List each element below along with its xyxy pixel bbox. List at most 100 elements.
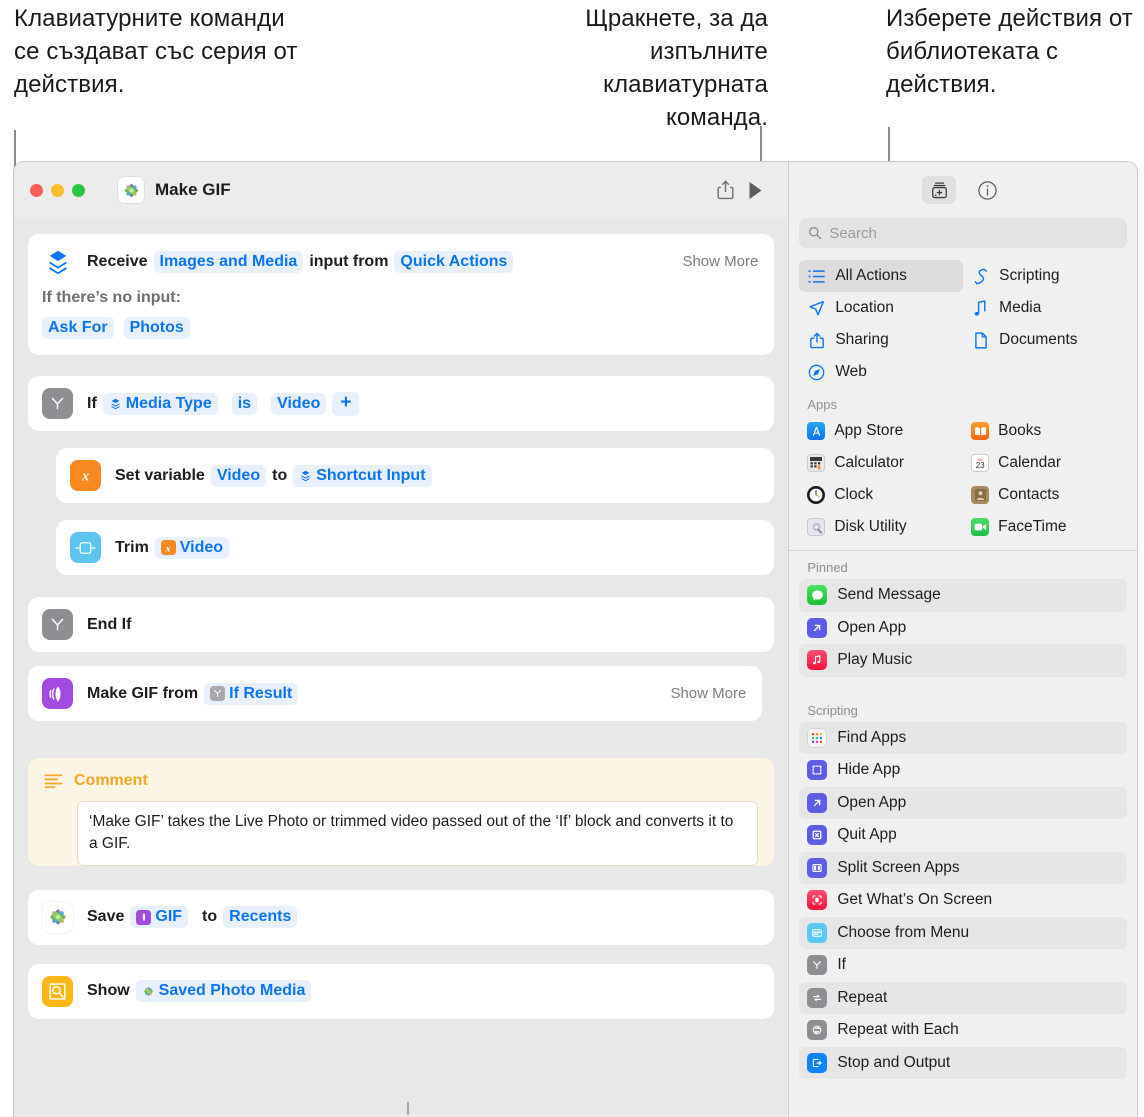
condition-token[interactable]: is	[231, 392, 258, 415]
info-icon[interactable]	[970, 176, 1004, 204]
category-all-actions[interactable]: All Actions	[799, 260, 964, 292]
share-button[interactable]	[710, 175, 740, 205]
app-calculator[interactable]: Calculator	[799, 447, 963, 479]
action-card-comment[interactable]: Comment ‘Make GIF’ takes the Live Photo …	[28, 758, 775, 866]
action-card-receive[interactable]: Receive Images and Media input from Quic…	[28, 234, 775, 355]
library-item-split-screen-apps[interactable]: Split Screen Apps	[799, 851, 1127, 884]
action-card-save[interactable]: Save GIF to Recents	[28, 889, 775, 945]
close-button[interactable]	[30, 183, 43, 197]
callout-left-text: Клавиатурните команди се създават със се…	[14, 5, 298, 99]
library-item-stop-and-output[interactable]: Stop and Output	[799, 1046, 1127, 1079]
category-label: Sharing	[835, 331, 889, 348]
category-location[interactable]: Location	[799, 292, 963, 324]
library-item-open-app-pinned[interactable]: Open App	[799, 612, 1127, 645]
library-item-label: Choose from Menu	[837, 923, 970, 941]
app-contacts[interactable]: Contacts	[963, 479, 1127, 511]
category-scripting[interactable]: Scripting	[963, 260, 1127, 292]
media-type-token[interactable]: Media Type	[102, 392, 218, 415]
books-icon	[971, 422, 990, 440]
category-documents[interactable]: Documents	[963, 324, 1127, 356]
split-screen-icon	[807, 857, 828, 878]
action-card-make-gif[interactable]: Make GIF from If Result Show More	[28, 666, 763, 721]
action-library-pane: Search All Actions Scripting Location Me…	[789, 162, 1137, 1117]
contacts-icon	[971, 486, 990, 504]
minimize-button[interactable]	[51, 183, 64, 197]
library-item-label: Open App	[837, 793, 907, 811]
app-app-store[interactable]: App Store	[799, 415, 963, 447]
apps-group-header: Apps	[807, 397, 837, 412]
variable-name-token[interactable]: Video	[210, 464, 267, 487]
action-label: Make GIF from	[87, 684, 199, 702]
action-library-icon[interactable]	[922, 176, 957, 204]
library-item-quit-app[interactable]: Quit App	[799, 819, 1127, 852]
comment-textarea[interactable]: ‘Make GIF’ takes the Live Photo or trimm…	[77, 801, 759, 866]
app-label: Calendar	[998, 454, 1062, 471]
album-token[interactable]: Recents	[223, 906, 298, 929]
disk-utility-icon	[807, 518, 826, 536]
library-item-label: Get What’s On Screen	[837, 891, 993, 909]
app-calendar[interactable]: JUL 23 Calendar	[963, 447, 1127, 479]
if-icon	[42, 388, 73, 419]
library-item-open-app[interactable]: Open App	[799, 786, 1127, 819]
action-card-set-variable[interactable]: x Set variable Video to Shortcut Input	[56, 448, 775, 503]
library-toolbar	[789, 162, 1137, 218]
make-gif-icon	[42, 678, 73, 709]
library-item-play-music[interactable]: Play Music	[799, 644, 1127, 677]
if-icon	[42, 609, 73, 640]
action-label: Set variable	[115, 466, 205, 484]
if-result-token[interactable]: If Result	[204, 682, 299, 705]
zoom-button[interactable]	[72, 183, 85, 197]
category-sharing[interactable]: Sharing	[799, 324, 963, 356]
show-more-button[interactable]: Show More	[682, 253, 760, 270]
library-item-find-apps[interactable]: Find Apps	[799, 721, 1127, 754]
safari-icon	[807, 363, 826, 382]
value-token[interactable]: Video	[271, 392, 327, 415]
category-media[interactable]: Media	[963, 292, 1127, 324]
action-token[interactable]: Images and Media	[153, 250, 304, 273]
token-label: Video	[179, 538, 224, 556]
library-item-get-whats-on-screen[interactable]: Get What’s On Screen	[799, 884, 1127, 917]
share-icon	[807, 331, 826, 350]
library-item-repeat[interactable]: Repeat	[799, 981, 1127, 1014]
add-condition-button[interactable]: +	[332, 391, 360, 416]
calculator-icon	[807, 454, 826, 472]
library-item-repeat-with-each[interactable]: Repeat with Each	[799, 1014, 1127, 1047]
library-item-label: Open App	[837, 618, 907, 636]
app-label: Disk Utility	[834, 518, 907, 535]
scripting-icon	[971, 267, 990, 286]
ask-for-token[interactable]: Ask For	[42, 317, 114, 339]
search-input[interactable]: Search	[799, 218, 1127, 248]
action-library-list[interactable]: Pinned Send Message Open App Play Music …	[789, 551, 1137, 1117]
video-variable-token[interactable]: x Video	[154, 536, 230, 559]
app-label: FaceTime	[998, 518, 1067, 535]
action-card-if[interactable]: If Media Type is Video +	[28, 376, 775, 431]
app-books[interactable]: Books	[963, 415, 1127, 447]
library-item-if[interactable]: If	[799, 949, 1127, 982]
library-item-choose-from-menu[interactable]: Choose from Menu	[799, 916, 1127, 949]
action-label: Receive	[87, 252, 148, 270]
action-card-end-if[interactable]: End If	[28, 597, 775, 652]
facetime-icon	[971, 518, 990, 536]
receive-input-icon	[42, 246, 73, 277]
photos-token[interactable]: Photos	[123, 317, 190, 339]
saved-photo-media-token[interactable]: Saved Photo Media	[135, 980, 312, 1003]
variable-icon: x	[70, 460, 101, 491]
app-store-icon	[807, 422, 826, 440]
app-disk-utility[interactable]: Disk Utility	[799, 511, 963, 543]
app-facetime[interactable]: FaceTime	[963, 511, 1127, 543]
category-web[interactable]: Web	[799, 356, 963, 388]
shortcut-input-token[interactable]: Shortcut Input	[293, 464, 432, 487]
open-app-icon	[807, 617, 828, 638]
action-card-show[interactable]: Show Saved Photo Media	[28, 963, 775, 1019]
run-button[interactable]	[740, 175, 770, 205]
gif-token[interactable]: GIF	[130, 906, 189, 929]
show-more-button[interactable]: Show More	[670, 685, 748, 702]
library-item-hide-app[interactable]: Hide App	[799, 754, 1127, 787]
action-token[interactable]: Quick Actions	[394, 250, 514, 273]
library-item-send-message[interactable]: Send Message	[799, 579, 1127, 612]
library-item-label: Hide App	[837, 761, 901, 779]
trim-icon	[70, 532, 101, 563]
action-card-trim[interactable]: Trim x Video	[56, 520, 775, 575]
app-clock[interactable]: Clock	[799, 479, 963, 511]
